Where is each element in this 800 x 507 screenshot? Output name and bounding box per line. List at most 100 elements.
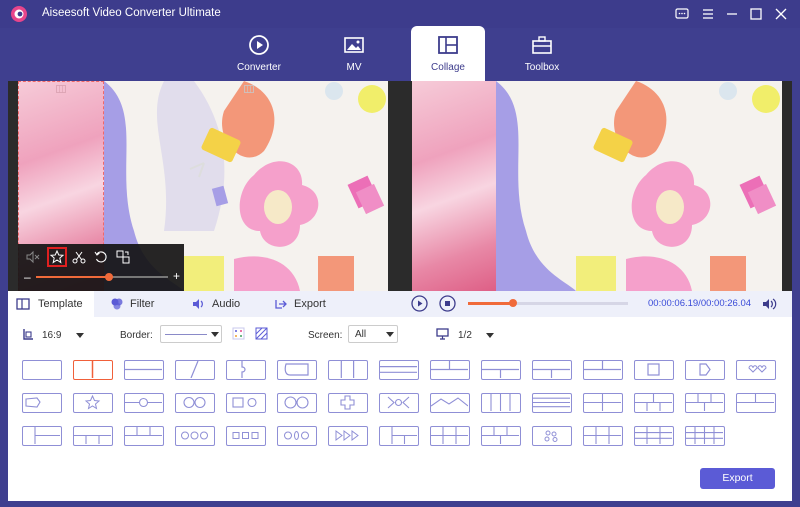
template-options: 16:9 Border: Screen: All 1/2 [8,317,792,353]
template-page-indicator[interactable]: 1/2 [458,330,472,341]
app-logo-icon [11,6,27,22]
preview-area: – + [8,81,792,291]
screen-select[interactable]: All [348,325,398,343]
template-item[interactable] [226,426,266,446]
nav-toolbox[interactable]: Toolbox [494,28,590,81]
playback-progress-knob[interactable] [508,299,517,307]
clip-edit-toolbar: – + [18,244,184,291]
nav-converter-label: Converter [237,62,281,73]
mv-icon [344,37,364,53]
nav-converter[interactable]: Converter [211,28,307,81]
template-item[interactable] [532,360,572,380]
tab-filter[interactable]: Filter [110,291,170,317]
template-item[interactable] [124,426,164,446]
template-item[interactable] [226,393,266,413]
template-item[interactable] [430,360,470,380]
template-item[interactable] [328,426,368,446]
edit-star-icon[interactable] [47,247,67,267]
collage-editor-pane[interactable]: – + [18,81,388,291]
screen-value: All [355,329,367,340]
stop-icon[interactable] [439,295,456,312]
close-icon[interactable] [772,5,790,23]
template-item[interactable] [532,426,572,446]
template-item[interactable] [583,393,623,413]
template-item[interactable] [22,426,62,446]
template-item[interactable] [22,360,62,380]
template-item[interactable] [379,393,419,413]
stationery-photo-preview-art [496,81,782,291]
template-item[interactable] [379,426,419,446]
template-item[interactable] [22,393,62,413]
template-item[interactable] [481,393,521,413]
playback-time: 00:00:06.19/00:00:26.04 [648,298,752,309]
volume-slider-fill [36,276,109,278]
nav-collage[interactable]: Collage [411,26,485,81]
template-item[interactable] [532,393,572,413]
template-item[interactable] [736,393,776,413]
aspect-ratio-icon [23,329,33,340]
template-item[interactable] [175,393,215,413]
tab-export[interactable]: Export [274,291,334,317]
pink-texture-image-preview [412,81,496,291]
template-item[interactable] [481,426,521,446]
template-item[interactable] [124,360,164,380]
template-item[interactable] [277,393,317,413]
template-item[interactable] [73,393,113,413]
menu-icon[interactable] [699,5,717,23]
template-item[interactable] [583,426,623,446]
replace-icon[interactable] [115,249,131,265]
tab-audio-label: Audio [212,298,241,310]
template-item[interactable] [328,393,368,413]
volume-up-icon[interactable]: + [173,269,180,283]
aspect-ratio-dropdown-icon[interactable] [76,333,84,338]
nav-toolbox-label: Toolbox [524,62,560,73]
template-item[interactable] [634,360,674,380]
border-color-icon[interactable] [232,327,245,340]
volume-slider-knob[interactable] [104,273,113,281]
template-item[interactable] [226,360,266,380]
template-item[interactable] [328,360,368,380]
play-icon[interactable] [411,295,428,312]
tab-template[interactable]: Template [8,291,94,317]
nav-mv[interactable]: MV [306,28,402,81]
page-dropdown-icon[interactable] [486,333,494,338]
minimize-icon[interactable] [723,5,741,23]
feedback-icon[interactable] [673,5,691,23]
volume-icon[interactable] [761,296,777,312]
border-style-select[interactable] [160,325,222,343]
drag-handle-icon[interactable] [244,85,254,93]
template-item[interactable] [277,360,317,380]
template-item[interactable] [685,360,725,380]
template-item[interactable] [277,426,317,446]
drag-handle-icon[interactable] [56,85,66,93]
tab-audio[interactable]: Audio [192,291,252,317]
border-pattern-icon[interactable] [255,327,268,340]
main-nav: Converter MV Collage Toolbox [0,26,800,81]
template-item[interactable] [736,360,776,380]
maximize-icon[interactable] [747,5,765,23]
aspect-ratio-value[interactable]: 16:9 [42,330,61,341]
export-button[interactable]: Export [700,468,775,489]
volume-slider[interactable] [36,273,168,281]
template-item[interactable] [379,360,419,380]
toolbox-icon [532,36,552,54]
template-item[interactable] [430,426,470,446]
template-item[interactable] [685,393,725,413]
template-item[interactable] [481,360,521,380]
cut-icon[interactable] [71,249,87,265]
template-item[interactable] [430,393,470,413]
template-item[interactable] [583,360,623,380]
template-item[interactable] [634,426,674,446]
template-item[interactable] [634,393,674,413]
rotate-icon[interactable] [93,249,109,265]
template-item[interactable] [124,393,164,413]
template-item[interactable] [685,426,725,446]
volume-down-icon[interactable]: – [24,270,31,284]
template-item[interactable] [73,426,113,446]
template-item[interactable] [73,360,113,380]
template-item[interactable] [175,360,215,380]
collage-icon [438,36,458,54]
playback-progress-bar[interactable] [468,299,628,307]
mute-icon[interactable] [25,249,41,265]
template-item[interactable] [175,426,215,446]
